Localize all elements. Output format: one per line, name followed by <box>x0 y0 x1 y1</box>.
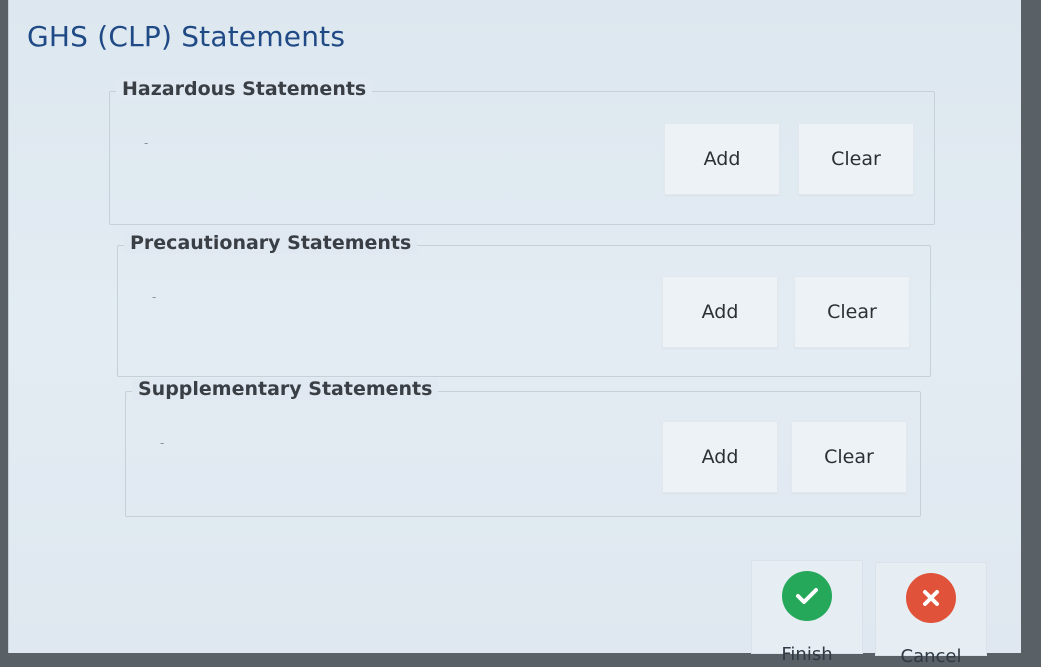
precautionary-add-button[interactable]: Add <box>662 276 778 348</box>
supplementary-statements-value: - <box>160 436 165 450</box>
cancel-label: Cancel <box>900 646 962 667</box>
hazardous-add-button[interactable]: Add <box>664 123 780 195</box>
dialog-window: GHS (CLP) Statements Hazardous Statement… <box>8 0 1021 667</box>
hazardous-statements-value: - <box>144 136 149 150</box>
cancel-button[interactable]: Cancel <box>875 562 987 667</box>
supplementary-statements-group: Supplementary Statements - Add Clear <box>125 378 921 517</box>
precautionary-clear-button[interactable]: Clear <box>794 276 910 348</box>
finish-label: Finish <box>781 644 833 665</box>
finish-button[interactable]: Finish <box>751 560 863 665</box>
supplementary-clear-button[interactable]: Clear <box>791 421 907 493</box>
hazardous-clear-button[interactable]: Clear <box>798 123 914 195</box>
hazardous-statements-group: Hazardous Statements - Add Clear <box>109 78 935 225</box>
precautionary-statements-value: - <box>152 290 157 304</box>
page-title: GHS (CLP) Statements <box>27 20 346 53</box>
supplementary-statements-legend: Supplementary Statements <box>132 378 439 400</box>
hazardous-statements-legend: Hazardous Statements <box>116 78 373 100</box>
check-icon <box>782 571 832 621</box>
close-icon <box>906 573 956 623</box>
supplementary-add-button[interactable]: Add <box>662 421 778 493</box>
precautionary-statements-group: Precautionary Statements - Add Clear <box>117 232 931 377</box>
precautionary-statements-legend: Precautionary Statements <box>124 232 418 254</box>
